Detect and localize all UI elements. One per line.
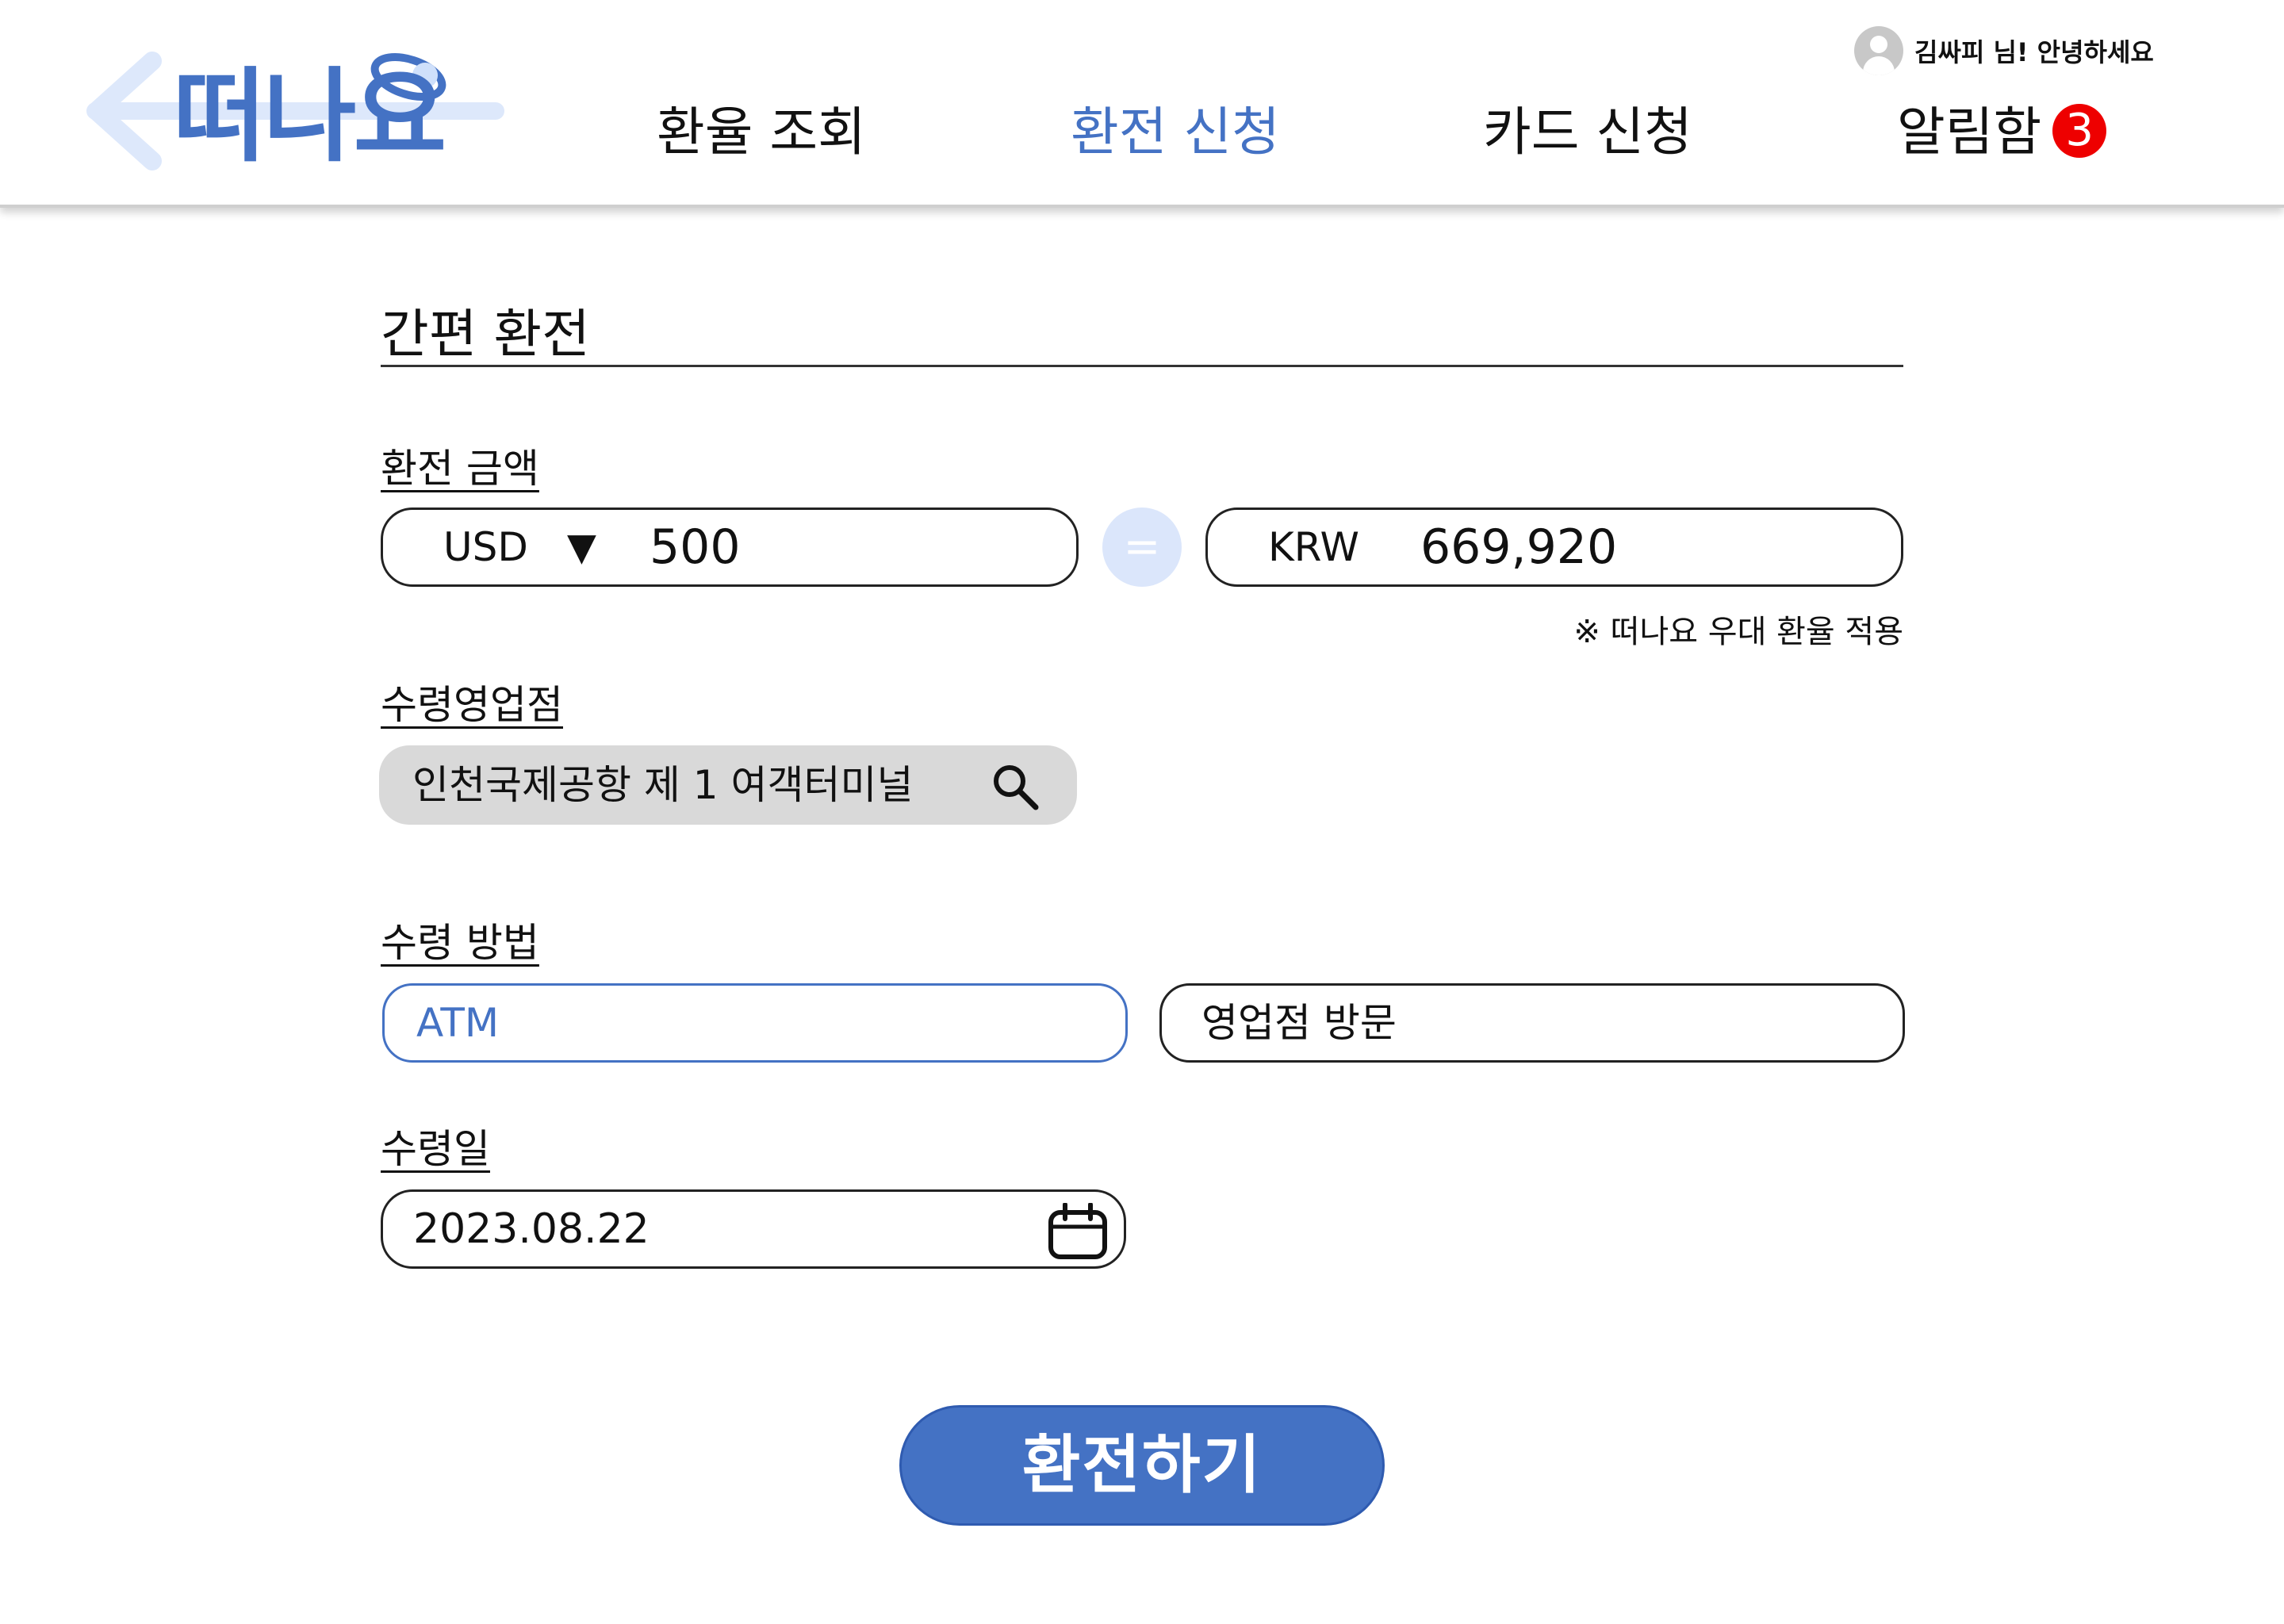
from-currency-select[interactable]: USD <box>443 510 528 584</box>
amount-label: 환전 금액 <box>381 446 539 492</box>
logo[interactable]: 떠나요 <box>79 44 508 178</box>
nav-inbox[interactable]: 알림함 3 <box>1897 97 2107 168</box>
user-greeting[interactable]: 김싸피 님! 안녕하세요 <box>1854 25 2154 76</box>
method-label: 수령 방법 <box>381 920 539 966</box>
nav-exchange-request-label: 환전 신청 <box>1071 102 1280 163</box>
nav-card-request[interactable]: 카드 신청 <box>1483 97 1692 168</box>
from-amount-input[interactable]: 500 <box>650 510 741 584</box>
title-divider <box>381 365 1903 367</box>
chevron-down-icon[interactable]: ▼ <box>567 510 596 584</box>
nav-exchange-request[interactable]: 환전 신청 <box>1071 97 1280 168</box>
to-currency-label: KRW <box>1268 524 1359 570</box>
page: 떠나요 환율 조회 환전 신청 카드 신청 알림함 3 김싸피 님! 안녕하세요 … <box>0 0 2284 1624</box>
top-header: 떠나요 환율 조회 환전 신청 카드 신청 알림함 3 김싸피 님! 안녕하세요 <box>0 0 2284 208</box>
notification-badge: 3 <box>2052 103 2107 158</box>
greeting-text: 김싸피 님! 안녕하세요 <box>1914 37 2154 67</box>
from-amount-field[interactable]: USD ▼ 500 <box>381 508 1079 587</box>
branch-label: 수령영업점 <box>381 682 563 728</box>
logo-text: 떠나요 <box>173 58 446 176</box>
calendar-icon[interactable] <box>1048 1203 1108 1260</box>
page-title: 간편 환전 <box>381 304 590 365</box>
equals-icon: = <box>1102 508 1182 587</box>
nav-exchange-rate[interactable]: 환율 조회 <box>657 97 866 168</box>
search-icon[interactable] <box>990 761 1040 812</box>
to-amount-value: 669,920 <box>1420 519 1618 575</box>
nav-card-request-label: 카드 신청 <box>1483 102 1692 163</box>
method-atm-button[interactable]: ATM <box>382 983 1128 1063</box>
branch-search-input[interactable]: 인천국제공항 제 1 여객터미널 <box>379 745 1077 825</box>
nav-exchange-rate-label: 환율 조회 <box>657 102 866 163</box>
preferential-rate-note: ※ 떠나요 우대 환율 적용 <box>1573 614 1903 650</box>
nav-inbox-label: 알림함 <box>1897 102 2042 163</box>
exchange-submit-button[interactable]: 환전하기 <box>899 1405 1385 1526</box>
date-picker-field[interactable]: 2023.08.22 <box>381 1189 1126 1269</box>
to-amount-field: KRW 669,920 <box>1205 508 1903 587</box>
branch-search-value: 인천국제공항 제 1 여객터미널 <box>412 762 914 808</box>
user-avatar-icon <box>1854 26 1903 75</box>
method-branch-visit-button[interactable]: 영업점 방문 <box>1159 983 1905 1063</box>
date-label: 수령일 <box>381 1126 490 1172</box>
date-value: 2023.08.22 <box>413 1205 650 1253</box>
